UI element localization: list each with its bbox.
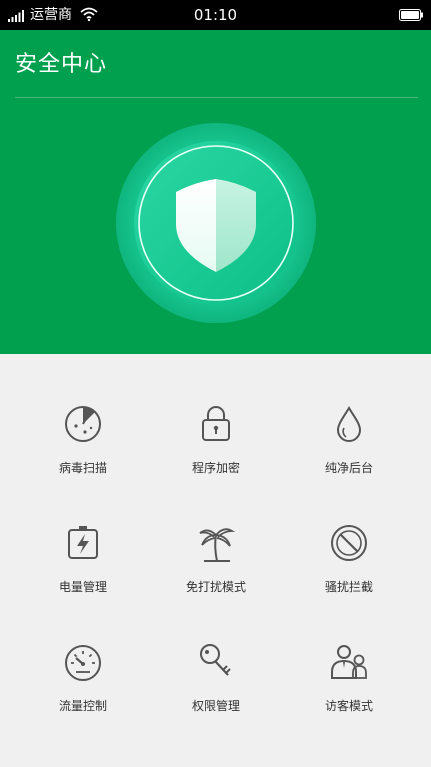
- page-title: 安全中心: [15, 52, 108, 77]
- tile-label: 权限管理: [191, 699, 240, 713]
- tile-battery-management[interactable]: 电量管理: [11, 473, 155, 594]
- security-hero: 安全中心: [0, 30, 431, 354]
- palm-tree-icon: [199, 528, 236, 562]
- tile-app-lock[interactable]: 程序加密: [144, 354, 288, 475]
- speedometer-icon: [65, 645, 101, 681]
- water-drop-icon: [336, 406, 362, 442]
- tile-data-usage[interactable]: 流量控制: [11, 592, 155, 713]
- battery-charge-icon: [68, 526, 98, 559]
- tile-virus-scan[interactable]: 病毒扫描: [11, 354, 155, 475]
- tile-do-not-disturb[interactable]: 免打扰模式: [144, 473, 288, 594]
- tile-permission-management[interactable]: 权限管理: [144, 592, 288, 713]
- clock: 01:10: [193, 6, 238, 24]
- block-icon: [331, 525, 367, 561]
- guest-users-icon: [331, 645, 367, 679]
- tile-harassment-block[interactable]: 骚扰拦截: [277, 473, 421, 594]
- tile-label: 流量控制: [58, 699, 107, 713]
- virus-scan-icon: [65, 406, 101, 442]
- tile-clean-background[interactable]: 纯净后台: [277, 354, 421, 475]
- key-icon: [200, 644, 231, 676]
- lock-icon: [202, 406, 230, 441]
- feature-grid: 病毒扫描 程序加密 纯净后台 电量管理 免打扰模式 骚扰拦截 流量控制 权限管理…: [0, 354, 431, 767]
- battery-icon: [399, 9, 423, 21]
- tile-label: 访客模式: [324, 699, 373, 713]
- header-divider: [15, 97, 418, 98]
- security-status-button[interactable]: [115, 122, 317, 324]
- shield-icon: [116, 123, 316, 323]
- tile-guest-mode[interactable]: 访客模式: [277, 592, 421, 713]
- status-bar: 运营商 01:10: [0, 0, 431, 30]
